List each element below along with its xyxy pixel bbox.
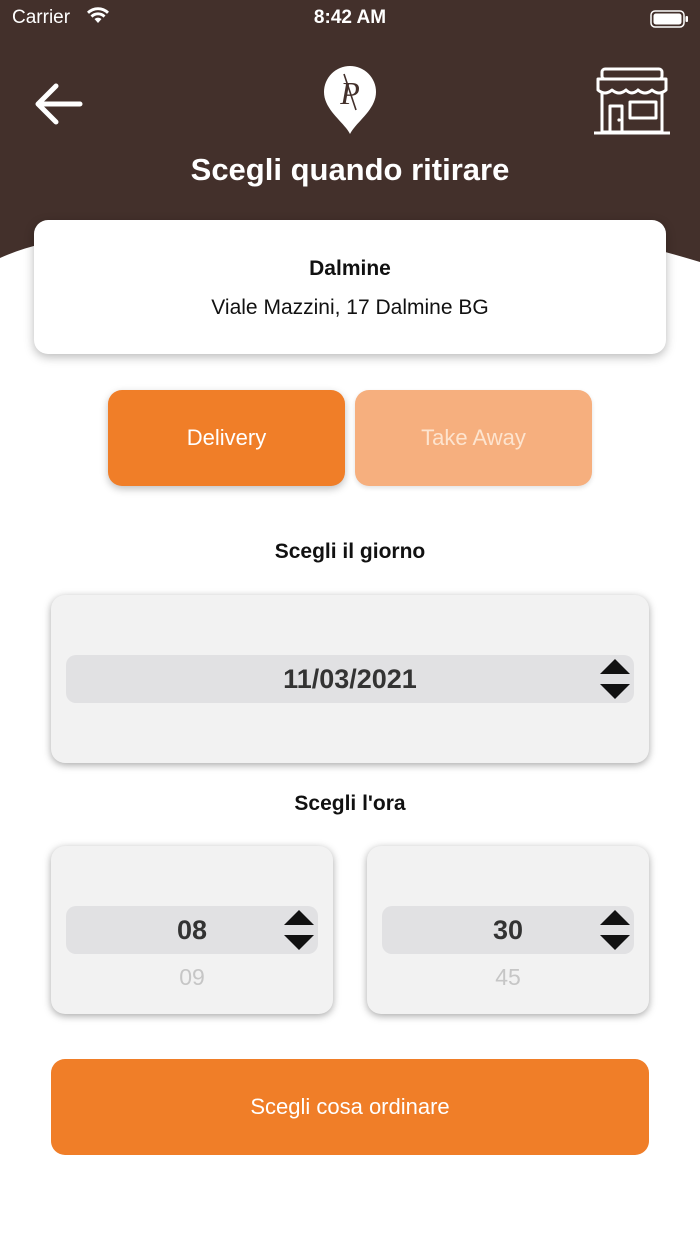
time-section-label: Scegli l'ora <box>294 792 406 815</box>
store-icon <box>594 67 670 135</box>
date-picker[interactable]: 11/03/2021 <box>51 595 649 763</box>
store-card: Dalmine Viale Mazzini, 17 Dalmine BG <box>34 220 666 354</box>
hour-stepper[interactable] <box>281 907 317 953</box>
stepper-arrows-icon <box>284 910 314 950</box>
date-stepper[interactable] <box>597 656 633 702</box>
day-section-label: Scegli il giorno <box>274 540 426 563</box>
store-address: Viale Mazzini, 17 Dalmine BG <box>211 296 489 319</box>
delivery-button[interactable]: Delivery <box>108 390 345 486</box>
takeaway-button[interactable]: Take Away <box>355 390 592 486</box>
page-title: Scegli quando ritirare <box>190 152 510 187</box>
minute-picker-next-value[interactable]: 45 <box>382 964 634 991</box>
stepper-arrows-icon <box>600 910 630 950</box>
stepper-arrows-icon <box>600 659 630 699</box>
minute-picker[interactable]: 30 45 <box>367 846 649 1014</box>
status-bar: Carrier 8:42 AM <box>0 0 700 36</box>
store-button[interactable] <box>592 66 672 138</box>
minute-stepper[interactable] <box>597 907 633 953</box>
battery-icon <box>650 9 690 35</box>
back-button[interactable] <box>30 78 86 130</box>
back-arrow-icon <box>35 83 83 125</box>
choose-order-button[interactable]: Scegli cosa ordinare <box>51 1059 649 1155</box>
status-time: 8:42 AM <box>313 7 387 28</box>
date-picker-value: 11/03/2021 <box>283 664 417 694</box>
hour-picker-next-value[interactable]: 09 <box>66 964 318 991</box>
hour-picker[interactable]: 08 09 <box>51 846 333 1014</box>
location-pin-logo-icon: P <box>324 66 376 134</box>
store-name: Dalmine <box>309 257 391 280</box>
brand-logo: P <box>322 66 378 136</box>
